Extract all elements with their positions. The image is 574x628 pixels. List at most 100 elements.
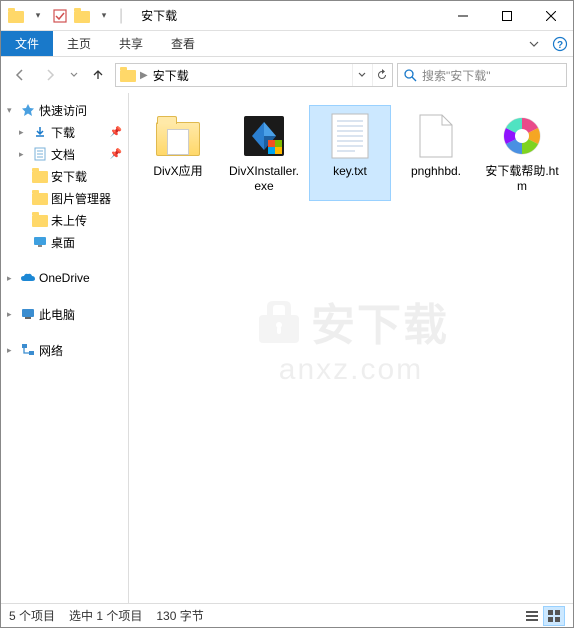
tree-label: 网络 xyxy=(39,342,63,359)
qat-chevron-icon[interactable]: ▾ xyxy=(95,7,113,25)
up-button[interactable] xyxy=(85,62,111,88)
tree-onedrive[interactable]: ▸ OneDrive xyxy=(1,267,128,289)
tree-label: 桌面 xyxy=(51,234,75,251)
tree-label: 安下载 xyxy=(51,168,87,185)
breadcrumb[interactable]: ▶ 安下载 xyxy=(115,63,393,87)
tree-desktop[interactable]: 桌面 xyxy=(1,231,128,253)
file-item-folder[interactable]: DivX应用 xyxy=(137,105,219,201)
document-icon xyxy=(31,146,49,162)
tree-label: OneDrive xyxy=(39,271,90,285)
status-bar: 5 个项目 选中 1 个项目 130 字节 xyxy=(1,603,573,627)
chevron-down-icon[interactable]: ▾ xyxy=(7,105,19,116)
network-icon xyxy=(19,342,37,358)
tree-network[interactable]: ▸ 网络 xyxy=(1,339,128,361)
blank-file-icon xyxy=(412,112,460,160)
address-dropdown-button[interactable] xyxy=(352,64,370,86)
folder-icon xyxy=(7,7,25,25)
tree-label: 未上传 xyxy=(51,212,87,229)
file-item-htm[interactable]: 安下载帮助.htm xyxy=(481,105,563,201)
maximize-button[interactable] xyxy=(485,1,529,31)
folder-icon xyxy=(31,168,49,184)
recent-dropdown[interactable] xyxy=(67,62,81,88)
file-item-unknown[interactable]: pnghhbd. xyxy=(395,105,477,201)
pin-icon: 📌 xyxy=(110,127,122,138)
tab-share[interactable]: 共享 xyxy=(105,31,157,56)
folder-icon xyxy=(73,7,91,25)
main-area: ▾ 快速访问 ▸ 下载 📌 ▸ 文档 📌 安下载 图片管理器 xyxy=(1,93,573,603)
close-button[interactable] xyxy=(529,1,573,31)
pin-icon: 📌 xyxy=(110,149,122,160)
tree-quick-access[interactable]: ▾ 快速访问 xyxy=(1,99,128,121)
window-title: 安下载 xyxy=(141,7,177,24)
window-controls xyxy=(441,1,573,31)
tab-view[interactable]: 查看 xyxy=(157,31,209,56)
help-button[interactable]: ? xyxy=(547,31,573,56)
status-size: 130 字节 xyxy=(156,607,203,624)
separator: | xyxy=(119,7,123,25)
folder-icon xyxy=(31,212,49,228)
back-button[interactable] xyxy=(7,62,33,88)
minimize-button[interactable] xyxy=(441,1,485,31)
watermark: 安下载 anxz.com xyxy=(253,289,449,387)
properties-icon[interactable] xyxy=(51,7,69,25)
file-label: 安下载帮助.htm xyxy=(484,164,560,194)
chevron-right-icon[interactable]: ▸ xyxy=(19,127,31,138)
refresh-button[interactable] xyxy=(372,64,390,86)
watermark-text: 安下载 xyxy=(311,289,449,353)
tree-documents[interactable]: ▸ 文档 📌 xyxy=(1,143,128,165)
tree-anxz[interactable]: 安下载 xyxy=(1,165,128,187)
view-details-button[interactable] xyxy=(521,606,543,626)
chevron-right-icon[interactable]: ▸ xyxy=(7,309,19,320)
search-icon xyxy=(398,69,422,82)
file-label: DivXInstaller.exe xyxy=(226,164,302,194)
pc-icon xyxy=(19,306,37,322)
text-file-icon xyxy=(326,112,374,160)
watermark-url: anxz.com xyxy=(253,353,449,387)
tab-file[interactable]: 文件 xyxy=(1,31,53,56)
status-selection: 选中 1 个项目 xyxy=(69,607,142,624)
tree-pic-manager[interactable]: 图片管理器 xyxy=(1,187,128,209)
file-list[interactable]: 安下载 anxz.com DivX应用 DivXInstaller.exe ke… xyxy=(129,93,573,603)
qat-dropdown-icon[interactable]: ▾ xyxy=(29,7,47,25)
address-bar: ▶ 安下载 搜索"安下载" xyxy=(1,57,573,93)
cloud-icon xyxy=(19,270,37,286)
download-icon xyxy=(31,124,49,140)
file-label: DivX应用 xyxy=(153,164,202,179)
folder-icon xyxy=(118,68,138,82)
tree-not-uploaded[interactable]: 未上传 xyxy=(1,209,128,231)
chevron-right-icon[interactable]: ▸ xyxy=(19,149,31,160)
chevron-right-icon[interactable]: ▸ xyxy=(7,273,19,284)
titlebar: ▾ ▾ | 安下载 xyxy=(1,1,573,31)
tree-label: 快速访问 xyxy=(39,102,87,119)
quick-access-toolbar: ▾ ▾ | xyxy=(1,7,131,25)
folder-icon xyxy=(31,190,49,206)
tree-downloads[interactable]: ▸ 下载 📌 xyxy=(1,121,128,143)
svg-text:?: ? xyxy=(557,40,563,51)
htm-icon xyxy=(498,112,546,160)
exe-icon xyxy=(240,112,288,160)
tree-this-pc[interactable]: ▸ 此电脑 xyxy=(1,303,128,325)
star-icon xyxy=(19,102,37,118)
tab-home[interactable]: 主页 xyxy=(53,31,105,56)
tree-label: 图片管理器 xyxy=(51,190,111,207)
chevron-right-icon[interactable]: ▶ xyxy=(138,70,150,81)
search-placeholder: 搜索"安下载" xyxy=(422,67,566,84)
file-label: key.txt xyxy=(333,164,367,179)
tree-label: 此电脑 xyxy=(39,306,75,323)
folder-icon xyxy=(154,112,202,160)
tree-label: 文档 xyxy=(51,146,75,163)
view-icons-button[interactable] xyxy=(543,606,565,626)
file-item-exe[interactable]: DivXInstaller.exe xyxy=(223,105,305,201)
navigation-pane: ▾ 快速访问 ▸ 下载 📌 ▸ 文档 📌 安下载 图片管理器 xyxy=(1,93,129,603)
file-item-txt[interactable]: key.txt xyxy=(309,105,391,201)
file-label: pnghhbd. xyxy=(411,164,461,179)
ribbon-expand-button[interactable] xyxy=(521,31,547,56)
desktop-icon xyxy=(31,234,49,250)
chevron-right-icon[interactable]: ▸ xyxy=(7,345,19,356)
search-input[interactable]: 搜索"安下载" xyxy=(397,63,567,87)
ribbon-tabs: 文件 主页 共享 查看 ? xyxy=(1,31,573,57)
tree-label: 下载 xyxy=(51,124,75,141)
breadcrumb-item[interactable]: 安下载 xyxy=(150,67,192,84)
forward-button[interactable] xyxy=(37,62,63,88)
status-item-count: 5 个项目 xyxy=(9,607,55,624)
